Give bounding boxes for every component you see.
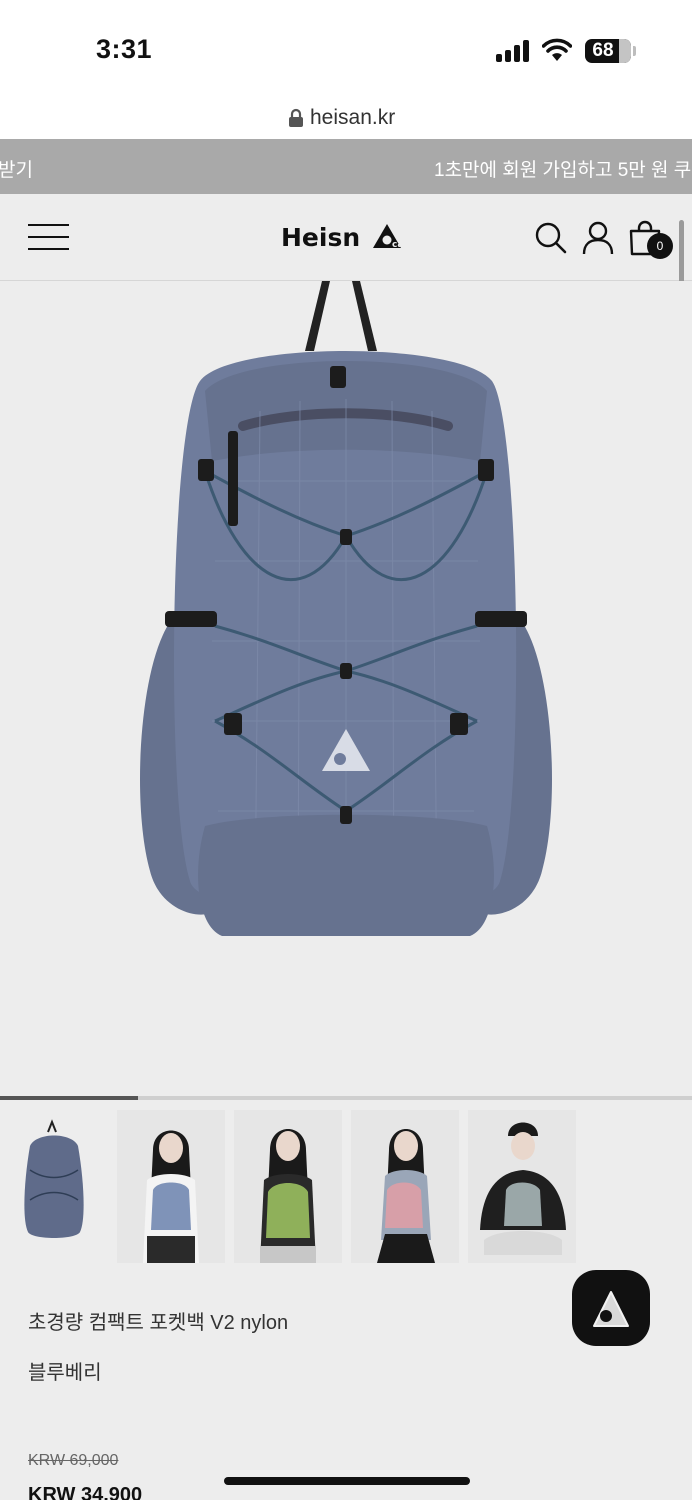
search-icon[interactable]	[534, 220, 568, 256]
model-blue-backpack-thumbnail[interactable]	[117, 1110, 225, 1263]
cellular-signal-icon	[496, 40, 532, 62]
wifi-icon	[542, 38, 572, 61]
chat-logo-icon	[593, 1291, 658, 1327]
product-color: 블루베리	[28, 1362, 102, 1384]
user-icon[interactable]	[581, 220, 615, 256]
url-bar[interactable]: heisan.kr	[0, 100, 692, 139]
site-header: Heisn ca	[0, 194, 692, 281]
backpack-product-thumbnail[interactable]	[0, 1110, 108, 1263]
model-green-backpack-thumbnail[interactable]	[234, 1110, 342, 1263]
battery-icon: 68	[585, 39, 631, 63]
battery-level: 68	[592, 40, 614, 61]
heisan-logo[interactable]: Heisn ca	[281, 218, 411, 254]
model-pink-backpack-thumbnail[interactable]	[351, 1110, 459, 1263]
status-time: 3:31	[96, 34, 153, 64]
announcement-bar[interactable]: 받기 1초만에 회원 가입하고 5만 원 쿠폰	[0, 139, 692, 194]
url-text[interactable]: heisan.kr	[310, 106, 395, 130]
home-indicator	[224, 1477, 470, 1485]
gallery-progress-fill	[0, 1096, 138, 1100]
announcement-text-left[interactable]: 받기	[0, 155, 33, 182]
chat-button[interactable]	[572, 1270, 658, 1346]
svg-text:ca: ca	[392, 240, 403, 250]
cart-count-badge[interactable]: 0	[647, 233, 673, 259]
lock-icon	[289, 108, 303, 127]
model-grey-backpack-thumbnail[interactable]	[468, 1110, 576, 1263]
sale-price: KRW 34,900	[28, 1484, 143, 1500]
battery-cap	[633, 46, 636, 56]
announcement-text-right[interactable]: 1초만에 회원 가입하고 5만 원 쿠폰	[434, 155, 692, 182]
hamburger-menu-icon[interactable]	[28, 224, 70, 250]
svg-text:Heisn: Heisn	[281, 223, 360, 252]
backpack-illustration	[140, 281, 552, 936]
product-photo-backpack[interactable]	[0, 281, 692, 1096]
original-price: KRW 69,000	[28, 1452, 119, 1469]
product-name: 초경량 컴팩트 포켓백 V2 nylon	[28, 1312, 289, 1334]
status-bar: 3:31 68	[0, 0, 692, 100]
